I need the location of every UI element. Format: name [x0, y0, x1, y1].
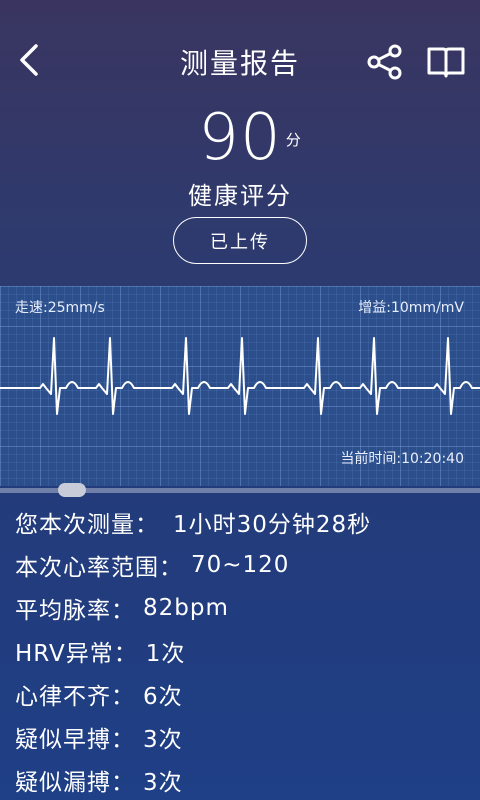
score-number: 90 [198, 101, 282, 175]
back-icon [20, 44, 38, 76]
ecg-trace [0, 337, 480, 415]
stat-row-hrv: HRV异常： 1次 [15, 629, 475, 672]
stat-row-heart-rate-range: 本次心率范围： 70~120 [15, 543, 475, 586]
page-title: 测量报告 [179, 47, 300, 80]
health-score-value: 90 分 [198, 100, 300, 176]
score-area: 90 分 [0, 100, 480, 176]
stat-value: 1小时30分钟28秒 [173, 511, 372, 538]
stat-row-missed-beats: 疑似漏搏： 3次 [15, 758, 475, 800]
stat-value: 6次 [143, 683, 183, 710]
score-unit: 分 [285, 131, 302, 149]
stat-row-arrhythmia: 心律不齐： 6次 [15, 672, 475, 715]
ecg-gain-label: 增益:10mm/mV [358, 300, 464, 316]
guide-button[interactable] [424, 42, 468, 82]
back-button[interactable] [10, 40, 46, 80]
stat-label: 平均脉率： [15, 597, 135, 624]
share-icon [367, 44, 402, 80]
stat-value: 3次 [143, 726, 183, 753]
book-icon [427, 47, 465, 78]
ecg-current-time: 当前时间:10:20:40 [340, 451, 464, 467]
stat-value: 82bpm [143, 594, 229, 621]
stat-label: HRV异常： [15, 640, 138, 667]
stat-row-duration: 您本次测量： 1小时30分钟28秒 [15, 500, 475, 543]
health-score-label: 健康评分 [188, 182, 292, 210]
share-button[interactable] [364, 42, 406, 82]
stat-value: 1次 [145, 640, 186, 667]
stat-row-premature-beats: 疑似早搏： 3次 [15, 715, 475, 758]
stat-value: 3次 [143, 769, 183, 796]
stat-label: 本次心率范围： [15, 554, 183, 581]
ecg-scrollbar-thumb[interactable] [58, 483, 86, 497]
stat-label: 心律不齐： [15, 683, 135, 710]
ecg-waveform [0, 337, 480, 415]
ecg-speed-label: 走速:25mm/s [15, 300, 105, 316]
upload-status-button[interactable]: 已上传 [173, 217, 307, 264]
stat-label: 疑似漏搏： [15, 769, 135, 796]
stat-label: 您本次测量： [15, 511, 159, 538]
ecg-chart[interactable]: 走速:25mm/s 增益:10mm/mV 当前时间:10:20:40 [0, 286, 480, 486]
stats-list: 您本次测量： 1小时30分钟28秒 本次心率范围： 70~120 平均脉率： 82bp… [15, 500, 475, 800]
stat-row-avg-pulse: 平均脉率： 82bpm [15, 586, 475, 629]
stat-value: 70~120 [191, 551, 290, 578]
stat-label: 疑似早搏： [15, 726, 135, 753]
